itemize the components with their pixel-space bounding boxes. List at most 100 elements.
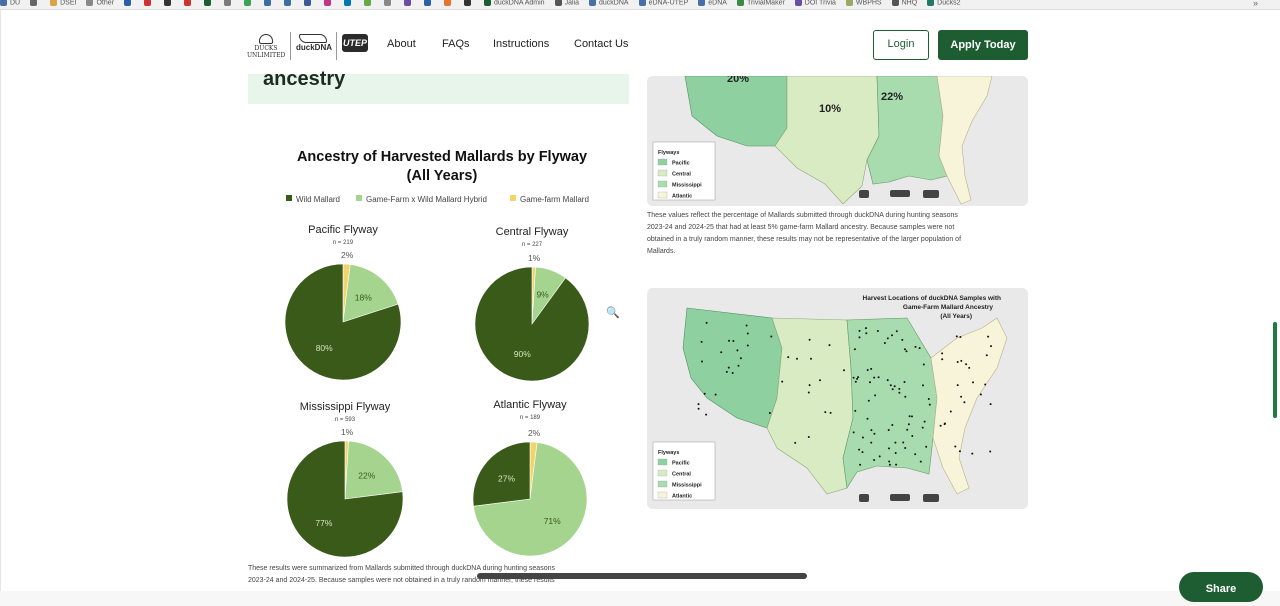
bookmark-item[interactable] xyxy=(30,0,40,7)
bookmark-item[interactable] xyxy=(143,0,154,7)
harvest-point xyxy=(922,363,925,366)
ducks-unlimited-logo[interactable]: DUCKS UNLIMITED xyxy=(247,28,285,64)
bookmark-item[interactable] xyxy=(343,0,354,7)
bookmark-item[interactable]: DOI Trivia xyxy=(794,0,836,7)
harvest-point xyxy=(907,423,910,426)
page-scrollbar[interactable] xyxy=(1273,322,1277,418)
bookmark-item[interactable] xyxy=(223,0,234,7)
map-legend-swatch xyxy=(657,480,668,488)
bookmark-item[interactable] xyxy=(403,0,414,7)
harvest-point xyxy=(984,383,987,386)
legend-swatch xyxy=(356,195,362,201)
harvest-point xyxy=(746,332,749,335)
bookmark-item[interactable] xyxy=(423,0,434,7)
du-logo-mini xyxy=(859,190,869,198)
bookmark-item[interactable]: Ducks2 xyxy=(927,0,961,7)
bookmark-item[interactable]: Other xyxy=(86,0,114,7)
harvest-point xyxy=(874,394,877,397)
bookmark-item[interactable] xyxy=(383,0,394,7)
duckdna-logo[interactable]: duckDNA xyxy=(296,28,333,64)
utep-logo-mini xyxy=(923,190,939,198)
harvest-point xyxy=(870,367,873,370)
harvest-point xyxy=(854,380,857,383)
harvest-point xyxy=(861,436,864,439)
bookmark-item[interactable] xyxy=(303,0,314,7)
duckdna-logo-mini xyxy=(890,190,910,197)
harvest-point xyxy=(728,339,730,342)
bookmark-item[interactable] xyxy=(283,0,294,7)
bookmark-item[interactable] xyxy=(203,0,214,7)
nav-faqs[interactable]: FAQs xyxy=(442,38,470,50)
harvest-point xyxy=(923,420,926,423)
nav-instructions[interactable]: Instructions xyxy=(493,38,549,50)
bookmarks-overflow-icon[interactable]: » xyxy=(1253,0,1258,8)
harvest-point xyxy=(987,335,990,338)
bookmark-item[interactable]: duckDNA Admin xyxy=(483,0,545,7)
bookmark-item[interactable]: duckDNA xyxy=(588,0,629,7)
scroll-indicator[interactable] xyxy=(477,573,807,579)
logo-du-line1: DUCKS xyxy=(254,45,278,52)
bookmark-item[interactable]: TrivialMaker xyxy=(736,0,785,7)
bookmark-favicon-icon xyxy=(588,0,596,6)
nav-about[interactable]: About xyxy=(387,38,416,50)
bookmark-item[interactable] xyxy=(363,0,374,7)
harvest-point xyxy=(858,448,861,451)
bookmark-item[interactable]: WBPHS xyxy=(845,0,882,7)
harvest-point xyxy=(887,429,890,431)
bookmark-favicon-icon xyxy=(283,0,291,6)
map-caption-line3: obtained in a truly random manner, these… xyxy=(647,236,962,243)
harvest-point xyxy=(877,376,880,379)
harvest-point xyxy=(956,384,959,387)
pie-slice-label: 77% xyxy=(315,518,332,528)
bookmark-favicon-icon xyxy=(698,0,706,6)
map2-title-line1: Harvest Locations of duckDNA Samples wit… xyxy=(863,295,1001,302)
login-button[interactable]: Login xyxy=(873,30,929,60)
pie-slice-label: 27% xyxy=(498,473,515,483)
bookmark-favicon-icon xyxy=(443,0,451,6)
harvest-point xyxy=(958,450,961,453)
bookmark-item[interactable]: DSEI xyxy=(50,0,76,7)
bookmark-item[interactable]: eDNA xyxy=(698,0,727,7)
harvest-point xyxy=(891,334,893,337)
bookmark-item[interactable]: Jalia xyxy=(554,0,579,7)
duck-icon xyxy=(259,34,273,44)
nav-contact[interactable]: Contact Us xyxy=(574,38,628,50)
bookmark-item[interactable] xyxy=(263,0,274,7)
harvest-point xyxy=(714,393,717,396)
bookmark-favicon-icon xyxy=(383,0,391,6)
bookmark-item[interactable] xyxy=(443,0,454,7)
bookmark-item[interactable] xyxy=(323,0,334,7)
legend-swatch xyxy=(510,195,516,201)
bookmark-item[interactable] xyxy=(123,0,134,7)
ancestry-heading-banner: ancestry xyxy=(248,68,629,104)
logo-dd-text: duckDNA xyxy=(296,43,333,52)
apply-today-button[interactable]: Apply Today xyxy=(938,30,1028,60)
harvest-point xyxy=(965,363,968,366)
utep-logo[interactable]: UTEP xyxy=(342,34,368,52)
harvest-point xyxy=(869,381,871,384)
bookmark-label: Ducks2 xyxy=(937,0,961,7)
bookmark-item[interactable] xyxy=(243,0,254,7)
bookmark-item[interactable] xyxy=(163,0,174,7)
harvest-point xyxy=(904,395,907,398)
harvest-point xyxy=(954,445,957,448)
bookmark-favicon-icon xyxy=(30,0,38,6)
harvest-point xyxy=(914,453,917,456)
harvest-point xyxy=(888,463,891,466)
harvest-point xyxy=(854,409,857,412)
chart-title: Ancestry of Harvested Mallards by Flyway xyxy=(297,149,587,165)
bookmark-item[interactable] xyxy=(183,0,194,7)
share-button[interactable]: Share xyxy=(1179,572,1263,602)
harvest-point xyxy=(819,379,821,382)
bookmark-item[interactable] xyxy=(463,0,474,7)
bookmarks-bar: DU DSEI Other duckDNA Admin Jalia duckDNA eDNA… xyxy=(0,0,1280,10)
harvest-point xyxy=(796,357,798,360)
harvest-point xyxy=(857,376,860,379)
bookmark-item[interactable]: DU xyxy=(0,0,20,7)
harvest-point xyxy=(853,348,856,351)
harvest-point xyxy=(807,391,810,394)
bookmark-item[interactable]: eDNA-UTEP xyxy=(638,0,688,7)
utep-logo-mini xyxy=(923,494,939,502)
pie-slice-label: 22% xyxy=(358,471,375,481)
bookmark-item[interactable]: NHQ xyxy=(891,0,917,7)
